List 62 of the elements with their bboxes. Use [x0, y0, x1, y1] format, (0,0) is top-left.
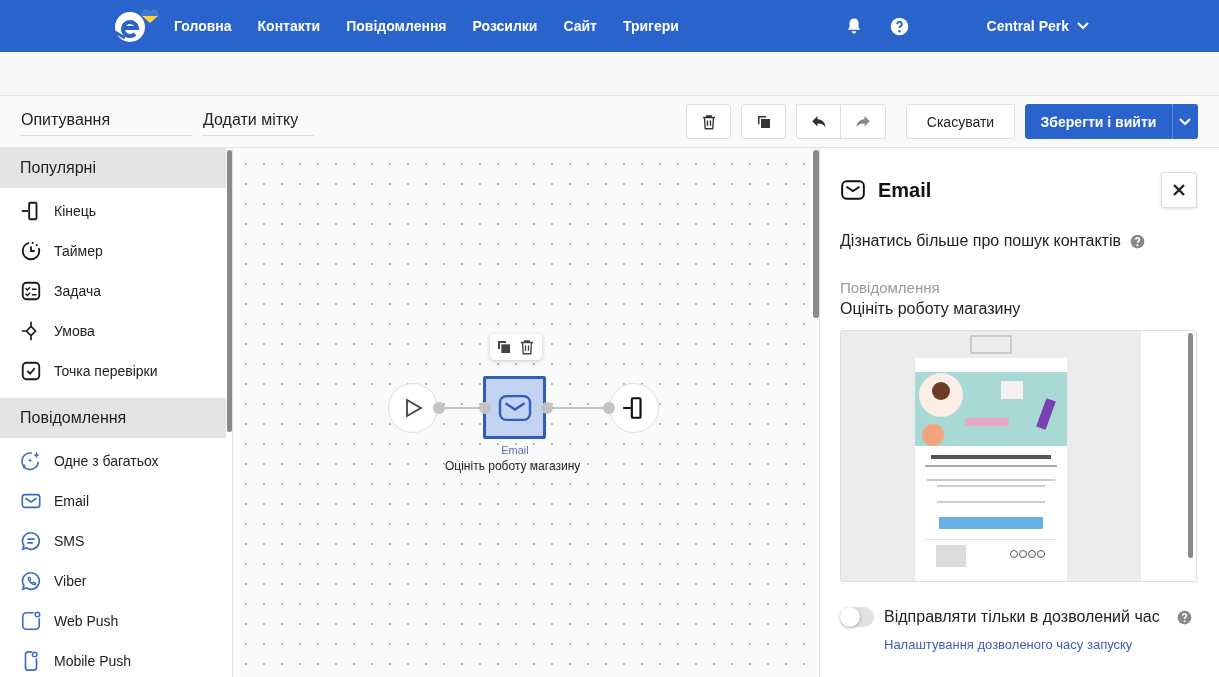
palette-item[interactable]: Viber: [0, 561, 224, 601]
settings-link[interactable]: Налаштування дозволеного часу запуску: [884, 637, 1197, 652]
copy-button[interactable]: [496, 339, 512, 355]
palette-item[interactable]: Точка перевірки: [0, 351, 224, 391]
name-field[interactable]: Опитування: [20, 107, 192, 136]
nav-link[interactable]: Сайт: [563, 18, 597, 34]
nav-link[interactable]: Контакти: [257, 18, 321, 34]
start-node[interactable]: [388, 383, 438, 433]
chevron-down-icon: [1077, 22, 1089, 30]
phone-chat-icon: [20, 570, 42, 592]
palette-item[interactable]: Одне з багатьох: [0, 441, 224, 481]
help-text: Дізнатись більше про пошук контактів: [840, 232, 1121, 250]
email-node[interactable]: [483, 376, 546, 439]
palette-item[interactable]: Умова: [0, 311, 224, 351]
help-icon[interactable]: [1176, 609, 1192, 625]
palette-item[interactable]: SMS: [0, 521, 224, 561]
section-header: Повідомлення: [0, 398, 226, 438]
delete-button[interactable]: [518, 338, 536, 356]
help-icon[interactable]: [1130, 233, 1145, 249]
section-header: Популярні: [0, 148, 226, 188]
delete-button[interactable]: [686, 104, 731, 139]
panel-title: Email: [878, 178, 932, 202]
envelope-icon: [840, 177, 866, 203]
field-label: Повідомлення: [840, 279, 941, 296]
palette-item[interactable]: Кінець: [0, 191, 224, 231]
tag-field[interactable]: Додати мітку: [202, 107, 314, 136]
node-caption: Оцініть роботу магазину: [445, 459, 581, 473]
field-value: Оцініть роботу магазину: [840, 300, 1022, 318]
logo[interactable]: [112, 9, 160, 43]
save-options-button[interactable]: [1172, 104, 1198, 139]
checkbox-icon: [20, 360, 42, 382]
close-button[interactable]: [1161, 172, 1197, 208]
square-dot-icon: [20, 610, 42, 632]
close-icon: [1173, 184, 1185, 196]
undo-button[interactable]: [796, 104, 841, 139]
node-type-label: Email: [500, 444, 530, 456]
scrollbar[interactable]: [227, 150, 232, 432]
end-node[interactable]: [609, 383, 659, 433]
chat-icon: [20, 530, 42, 552]
palette-item[interactable]: Email: [0, 481, 224, 521]
toggle-switch[interactable]: [840, 607, 874, 627]
copy-button[interactable]: [741, 104, 786, 139]
nav-link[interactable]: Головна: [174, 18, 232, 34]
chevron-down-icon: [1179, 117, 1191, 126]
copy-icon: [496, 339, 512, 355]
trash-icon: [518, 338, 536, 356]
nav-link[interactable]: Повідомлення: [346, 18, 447, 34]
nav-link[interactable]: Розсилки: [472, 18, 538, 34]
palette-item[interactable]: Mobile Push: [0, 641, 224, 677]
palette-item[interactable]: Таймер: [0, 231, 224, 271]
help-icon[interactable]: [889, 16, 909, 36]
palette-item[interactable]: Web Push: [0, 601, 224, 641]
timer-icon: [20, 240, 42, 262]
checklist-icon: [20, 280, 42, 302]
cancel-button[interactable]: Скасувати: [906, 104, 1015, 139]
scrollbar[interactable]: [813, 150, 819, 318]
toggle-label: Відправляти тільки в дозволений час: [884, 608, 1160, 626]
sparkle-chat-icon: [20, 450, 42, 472]
save-button[interactable]: Зберегти і вийти: [1025, 104, 1172, 139]
nav-link[interactable]: Тригери: [622, 18, 679, 34]
account-menu[interactable]: Central Perk: [986, 18, 1089, 34]
palette-item[interactable]: Задача: [0, 271, 224, 311]
